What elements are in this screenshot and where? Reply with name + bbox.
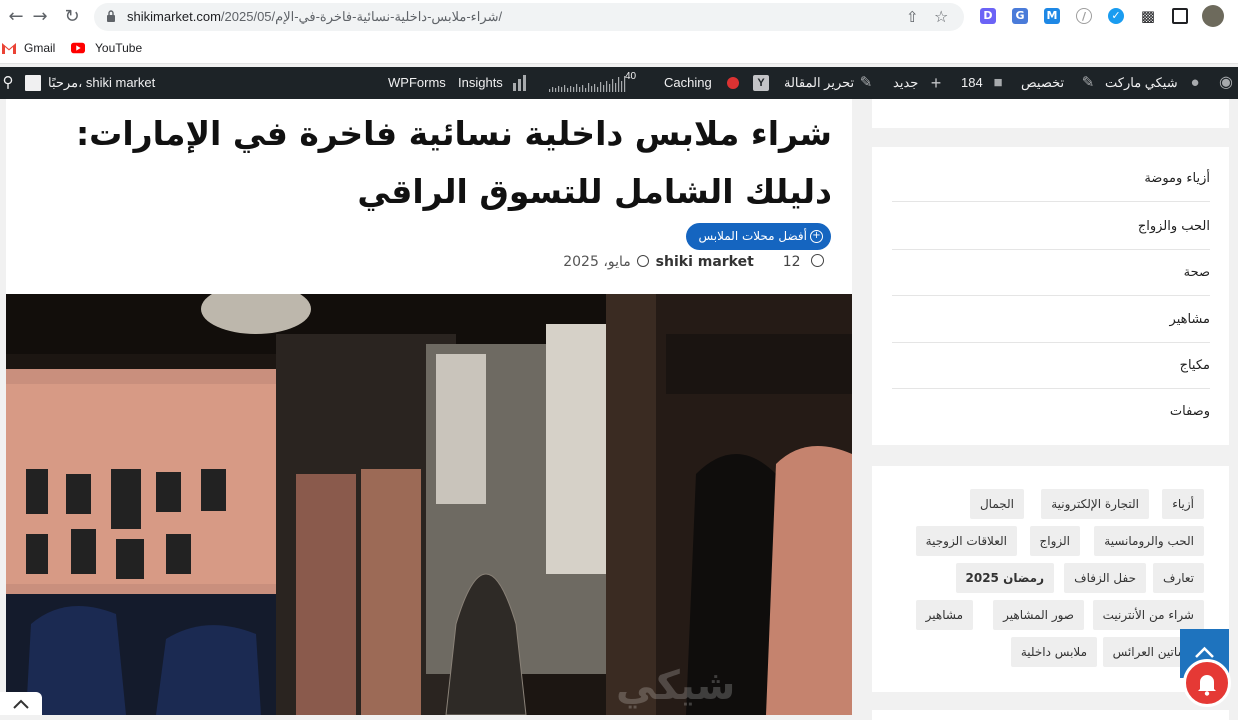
browser-toolbar: ← → ↻ shikimarket.com/2025/05/شراء-ملابس… — [0, 0, 1238, 34]
comment-icon: ■ — [993, 74, 1003, 91]
edit-post-link[interactable]: تحرير المقالة — [784, 67, 854, 99]
stats-sparkline-icon[interactable] — [549, 75, 627, 93]
post-day: 12 — [782, 254, 801, 270]
blocked-extension-icon[interactable]: / — [1076, 8, 1092, 24]
tag-item[interactable]: العلاقات الزوجية — [915, 526, 1017, 556]
article: شراء ملابس داخلية نسائية فاخرة في الإمار… — [6, 99, 852, 715]
user-avatar[interactable] — [25, 75, 41, 91]
post-date: مايو، 2025 — [563, 254, 631, 270]
bookmark-star-icon[interactable]: ☆ — [934, 7, 952, 26]
plus-icon: + — [930, 73, 942, 93]
url-text[interactable]: shikimarket.com/2025/05/شراء-ملابس-داخلي… — [127, 9, 502, 25]
yoast-icon[interactable]: Y — [753, 75, 769, 91]
sidebar-category-fashion[interactable]: أزياء وموضة — [892, 156, 1210, 202]
tag-item[interactable]: الجمال — [969, 489, 1024, 519]
sidebar-widget-bottom — [872, 710, 1229, 720]
clock-icon — [811, 254, 824, 267]
sidebar-icon[interactable] — [1172, 8, 1188, 24]
profile-avatar[interactable] — [1202, 5, 1224, 27]
tag-item[interactable]: رمضان 2025 — [955, 563, 1054, 593]
author-icon — [637, 255, 650, 267]
tag-item[interactable]: التجارة الإلكترونية — [1041, 489, 1149, 519]
insights-bars-icon — [513, 75, 526, 91]
tag-item[interactable]: ملابس داخلية — [1010, 637, 1097, 667]
check-extension-icon[interactable]: ✓ — [1108, 8, 1124, 24]
reload-icon[interactable]: ↻ — [60, 5, 84, 29]
category-badge[interactable]: + أفضل محلات الملابس — [686, 223, 831, 250]
sidebar-category-recipes[interactable]: وصفات — [892, 389, 1210, 435]
tag-item[interactable]: حفل الزفاف — [1064, 563, 1146, 593]
search-icon[interactable]: ⚲ — [0, 75, 16, 91]
stats-number: 40 — [625, 71, 637, 82]
translate-extension-icon[interactable]: G — [1012, 8, 1028, 24]
watermark-text: شيكي — [616, 663, 735, 709]
bookmark-youtube[interactable]: YouTube — [95, 41, 142, 55]
sidebar-category-makeup[interactable]: مكياج — [892, 343, 1210, 389]
pencil-icon: ✎ — [859, 74, 873, 91]
account-greeting[interactable]: مرحبًا، shiki market — [48, 67, 155, 99]
wp-admin-bar: ◉ ● شيكي ماركت ✎ تخصيص ■ 184 + جديد ✎ تح… — [0, 67, 1238, 99]
notification-bell-button[interactable] — [1183, 659, 1231, 707]
post-title: شراء ملابس داخلية نسائية فاخرة في الإمار… — [75, 114, 832, 211]
new-content-link[interactable]: جديد — [893, 67, 918, 99]
insights-link[interactable]: Insights — [458, 67, 503, 99]
back-icon[interactable]: ← — [4, 5, 28, 29]
m-extension-icon[interactable]: M — [1044, 8, 1060, 24]
gmail-icon — [2, 43, 16, 54]
tag-item[interactable]: الزواج — [1029, 526, 1080, 556]
tag-item[interactable]: أزياء — [1162, 489, 1204, 519]
sidebar-category-love[interactable]: الحب والزواج — [892, 204, 1210, 250]
sidebar-widget-top — [872, 99, 1229, 128]
tag-item[interactable]: صور المشاهير — [993, 600, 1084, 630]
address-bar[interactable]: shikimarket.com/2025/05/شراء-ملابس-داخلي… — [94, 3, 964, 31]
share-icon[interactable]: ⇧ — [906, 8, 924, 26]
puzzle-icon[interactable]: ▩ — [1140, 8, 1156, 24]
comments-count[interactable]: 184 — [961, 67, 983, 99]
seo-status-dot-icon — [727, 77, 739, 89]
post-author[interactable]: shiki market — [656, 254, 754, 270]
sidebar-categories: أزياء وموضة الحب والزواج صحة مشاهير مكيا… — [872, 147, 1229, 445]
bookmarks-bar: Gmail YouTube — [0, 34, 1238, 64]
site-name-link[interactable]: شيكي ماركت — [1105, 67, 1178, 99]
youtube-icon — [71, 42, 85, 54]
bottom-panel-toggle[interactable] — [0, 692, 42, 715]
chevron-up-icon — [13, 699, 29, 709]
wpforms-link[interactable]: WPForms — [388, 67, 446, 99]
post-meta: 12 shiki market مايو، 2025 — [563, 254, 824, 274]
tag-item[interactable]: تعارف — [1152, 563, 1204, 593]
bell-icon — [1198, 675, 1216, 696]
boutique-photo: شيكي — [6, 294, 852, 715]
brush-icon: ✎ — [1081, 74, 1095, 91]
tag-item[interactable]: مشاهير — [915, 600, 973, 630]
wordpress-logo-icon[interactable]: ◉ — [1218, 75, 1234, 91]
lock-icon — [107, 10, 115, 22]
sidebar-category-health[interactable]: صحة — [892, 250, 1210, 296]
dashboard-icon: ● — [1190, 74, 1200, 91]
category-label: أفضل محلات الملابس — [698, 229, 807, 243]
sidebar-category-celebrities[interactable]: مشاهير — [892, 297, 1210, 343]
customize-link[interactable]: تخصيص — [1021, 67, 1064, 99]
featured-image: شيكي — [6, 294, 852, 715]
tag-item[interactable]: الحب والرومانسية — [1094, 526, 1204, 556]
sidebar-tag-cloud: أزياء التجارة الإلكترونية الجمال الحب وا… — [872, 466, 1229, 692]
category-plus-icon: + — [810, 230, 823, 243]
tag-item[interactable]: شراء من الأنترنيت — [1092, 600, 1204, 630]
caching-link[interactable]: Caching — [664, 67, 712, 99]
d-extension-icon[interactable]: D — [980, 8, 996, 24]
forward-icon[interactable]: → — [28, 5, 52, 29]
bookmark-gmail[interactable]: Gmail — [24, 41, 55, 55]
